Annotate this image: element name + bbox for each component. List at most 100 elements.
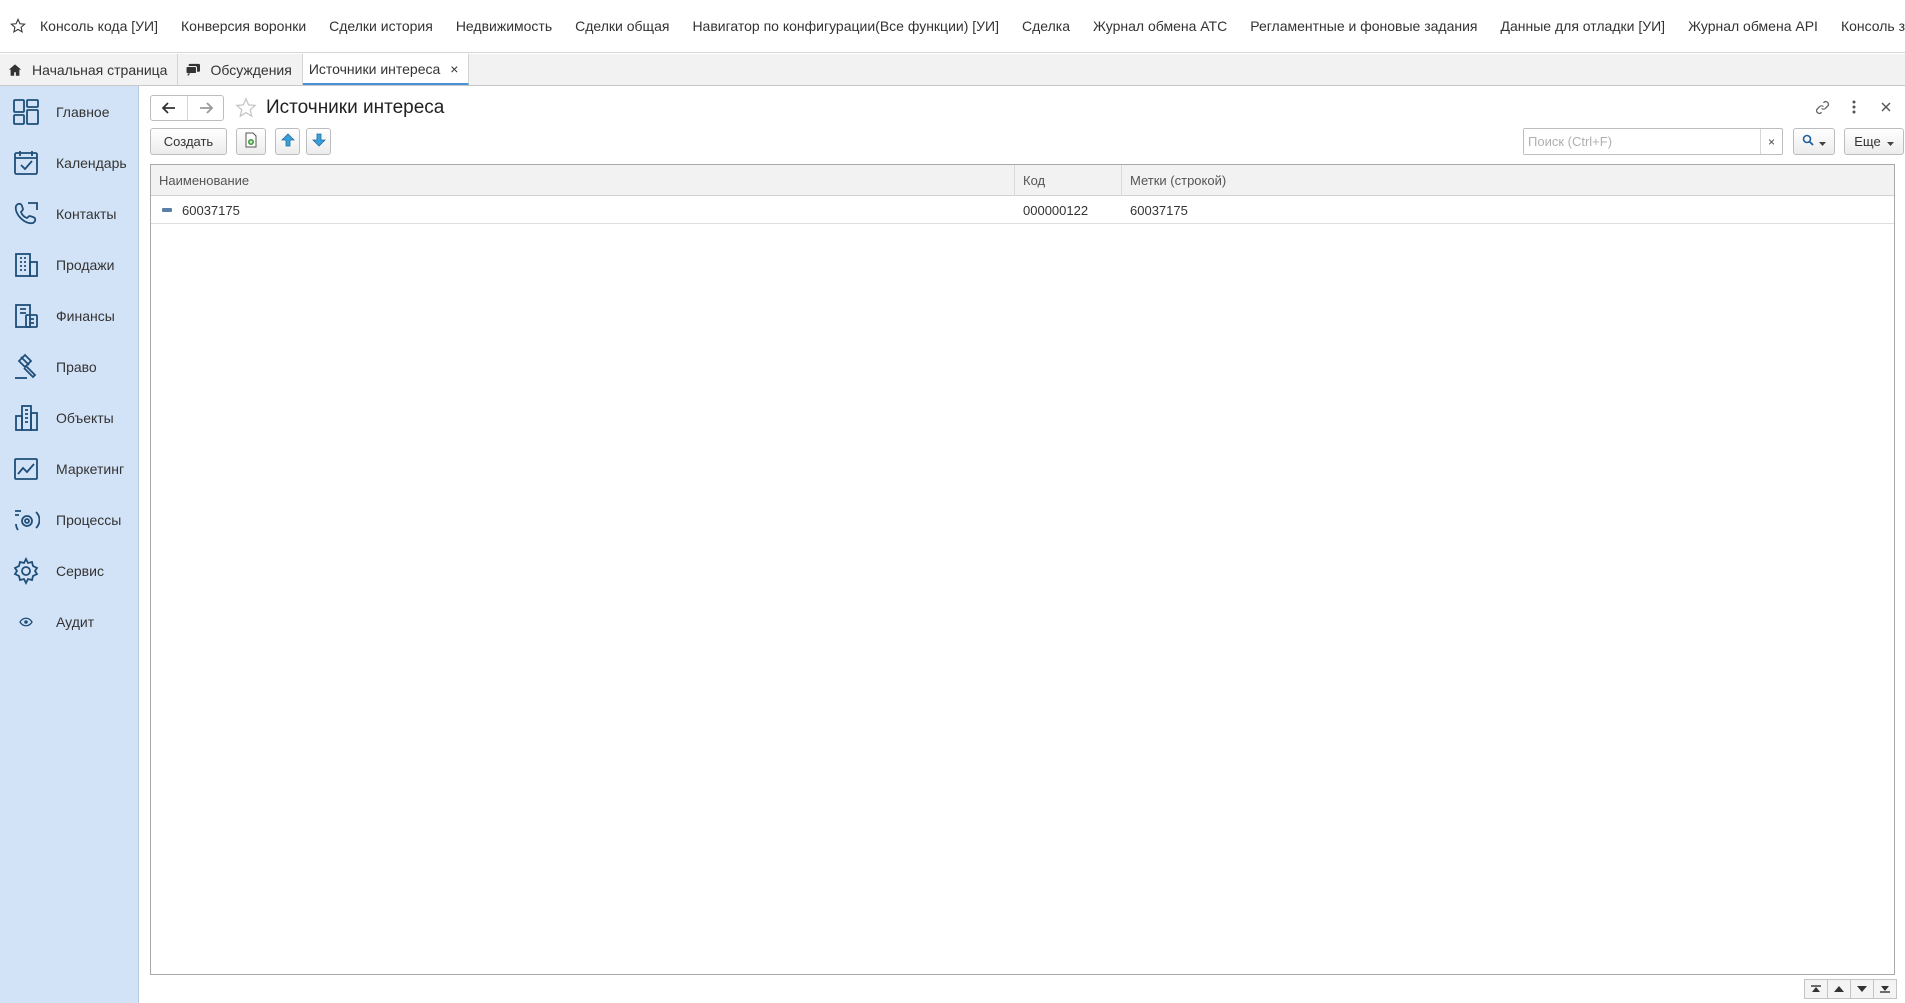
sidebar-item-label: Главное [56, 103, 110, 120]
form-title-bar: Источники интереса [150, 95, 444, 121]
item-marker-icon [162, 208, 172, 212]
sidebar-item-label: Сервис [56, 562, 104, 579]
scroll-to-bottom-icon[interactable] [1873, 979, 1897, 999]
copy-button[interactable] [236, 128, 266, 155]
sidebar-item-audit[interactable]: Аудит [0, 596, 138, 647]
column-header-name[interactable]: Наименование [151, 165, 1015, 196]
favorite-link[interactable]: Сделки история [329, 18, 433, 34]
sidebar-item-service[interactable]: Сервис [0, 545, 138, 596]
search-field: × [1523, 128, 1783, 155]
scroll-to-top-icon[interactable] [1804, 979, 1828, 999]
processes-icon [10, 504, 42, 536]
favorite-link[interactable]: Регламентные и фоновые задания [1250, 18, 1477, 34]
dashboard-icon [10, 96, 42, 128]
tab-current-label: Источники интереса [308, 60, 441, 77]
favorite-link[interactable]: Сделка [1022, 18, 1070, 34]
form-content: Источники интереса Создать Поиск (Ctrl+F… [140, 86, 1905, 1003]
chart-icon [10, 453, 42, 485]
column-header-code[interactable]: Код [1015, 165, 1122, 196]
search-icon [1802, 134, 1814, 149]
favorite-link[interactable]: Данные для отладки [УИ] [1501, 18, 1666, 34]
table-row[interactable]: 60037175 000000122 60037175 [151, 196, 1894, 224]
sidebar-item-objects[interactable]: Объекты [0, 392, 138, 443]
sidebar-item-calendar[interactable]: Календарь [0, 137, 138, 188]
close-form-icon[interactable] [1877, 98, 1895, 116]
tab-discussions-label: Обсуждения [210, 61, 292, 78]
more-vertical-icon[interactable] [1845, 98, 1863, 116]
scroll-down-icon[interactable] [1850, 979, 1874, 999]
tab-discussions[interactable]: Обсуждения [178, 54, 303, 85]
forward-arrow-icon[interactable] [187, 96, 223, 120]
favorite-link[interactable]: Журнал обмена API [1688, 18, 1818, 34]
form-window-controls [1813, 98, 1895, 116]
favorite-link[interactable]: Конверсия воронки [181, 18, 306, 34]
sidebar-item-label: Право [56, 358, 97, 375]
search-input[interactable] [1524, 129, 1760, 154]
sidebar-item-law[interactable]: Право [0, 341, 138, 392]
move-up-button[interactable] [275, 128, 300, 155]
open-windows-bar: Начальная страница Обсуждения Источники … [0, 54, 1905, 86]
calendar-icon [10, 147, 42, 179]
buildings-icon [10, 402, 42, 434]
favorite-link[interactable]: Журнал обмена АТС [1093, 18, 1227, 34]
search-options-button[interactable] [1793, 128, 1835, 155]
more-button[interactable]: Еще [1844, 128, 1904, 155]
page-title: Источники интереса [266, 97, 445, 118]
favorite-star-icon[interactable] [234, 96, 258, 120]
favorite-link[interactable]: Сделки общая [575, 18, 669, 34]
list-scroll-controls [1804, 979, 1897, 999]
sections-panel: Главное Календарь Контакты Продажи Финан… [0, 86, 139, 1003]
cell-tags: 60037175 [1130, 202, 1188, 218]
gear-icon [10, 555, 42, 587]
sidebar-item-label: Маркетинг [56, 460, 125, 477]
arrow-up-icon [280, 133, 295, 150]
copy-document-icon [244, 132, 258, 151]
sidebar-item-main[interactable]: Главное [0, 86, 138, 137]
cell-name: 60037175 [151, 196, 1015, 224]
scroll-up-icon[interactable] [1827, 979, 1851, 999]
close-icon[interactable]: × [450, 61, 458, 77]
favorite-link[interactable]: Консоль кода [УИ] [40, 18, 158, 34]
sidebar-item-label: Календарь [56, 154, 127, 171]
discussions-icon [184, 61, 202, 79]
table-header: Наименование Код Метки (строкой) [151, 165, 1894, 196]
sidebar-item-processes[interactable]: Процессы [0, 494, 138, 545]
favorite-link[interactable]: Навигатор по конфигурации(Все функции) [… [692, 18, 999, 34]
list-table[interactable]: Наименование Код Метки (строкой) 6003717… [150, 164, 1895, 975]
favorite-link[interactable]: Недвижимость [456, 18, 552, 34]
contacts-icon [10, 198, 42, 230]
sidebar-item-label: Финансы [56, 307, 115, 324]
chevron-down-icon [1886, 134, 1894, 149]
search-clear-button[interactable]: × [1760, 129, 1782, 154]
eye-icon [10, 606, 42, 638]
history-nav [150, 95, 224, 121]
more-button-label: Еще [1854, 134, 1881, 149]
cell-code: 000000122 [1023, 202, 1089, 218]
back-arrow-icon[interactable] [151, 96, 187, 120]
command-bar: Создать × [150, 128, 1904, 156]
sidebar-item-label: Объекты [56, 409, 114, 426]
gavel-icon [10, 351, 42, 383]
sidebar-item-contacts[interactable]: Контакты [0, 188, 138, 239]
sidebar-item-label: Процессы [56, 511, 122, 528]
sales-building-icon [10, 249, 42, 281]
sidebar-item-label: Продажи [56, 256, 115, 273]
favorites-bar: Консоль кода [УИ] Конверсия воронки Сдел… [0, 0, 1905, 53]
tab-home[interactable]: Начальная страница [0, 54, 179, 85]
favorite-link[interactable]: Консоль запросов [УИ] [1841, 18, 1905, 34]
move-down-button[interactable] [306, 128, 331, 155]
sidebar-item-finance[interactable]: Финансы [0, 290, 138, 341]
sidebar-item-sales[interactable]: Продажи [0, 239, 138, 290]
sidebar-item-label: Аудит [56, 613, 95, 630]
arrow-down-icon [311, 133, 326, 150]
finance-icon [10, 300, 42, 332]
sidebar-item-label: Контакты [56, 205, 117, 222]
tab-current[interactable]: Источники интереса × [302, 54, 470, 85]
sidebar-item-marketing[interactable]: Маркетинг [0, 443, 138, 494]
home-icon [6, 61, 24, 79]
column-header-tags[interactable]: Метки (строкой) [1122, 165, 1894, 196]
favorites-star-icon[interactable] [10, 15, 26, 37]
create-button[interactable]: Создать [150, 128, 227, 155]
cell-name-text: 60037175 [182, 202, 240, 218]
link-icon[interactable] [1813, 98, 1831, 116]
